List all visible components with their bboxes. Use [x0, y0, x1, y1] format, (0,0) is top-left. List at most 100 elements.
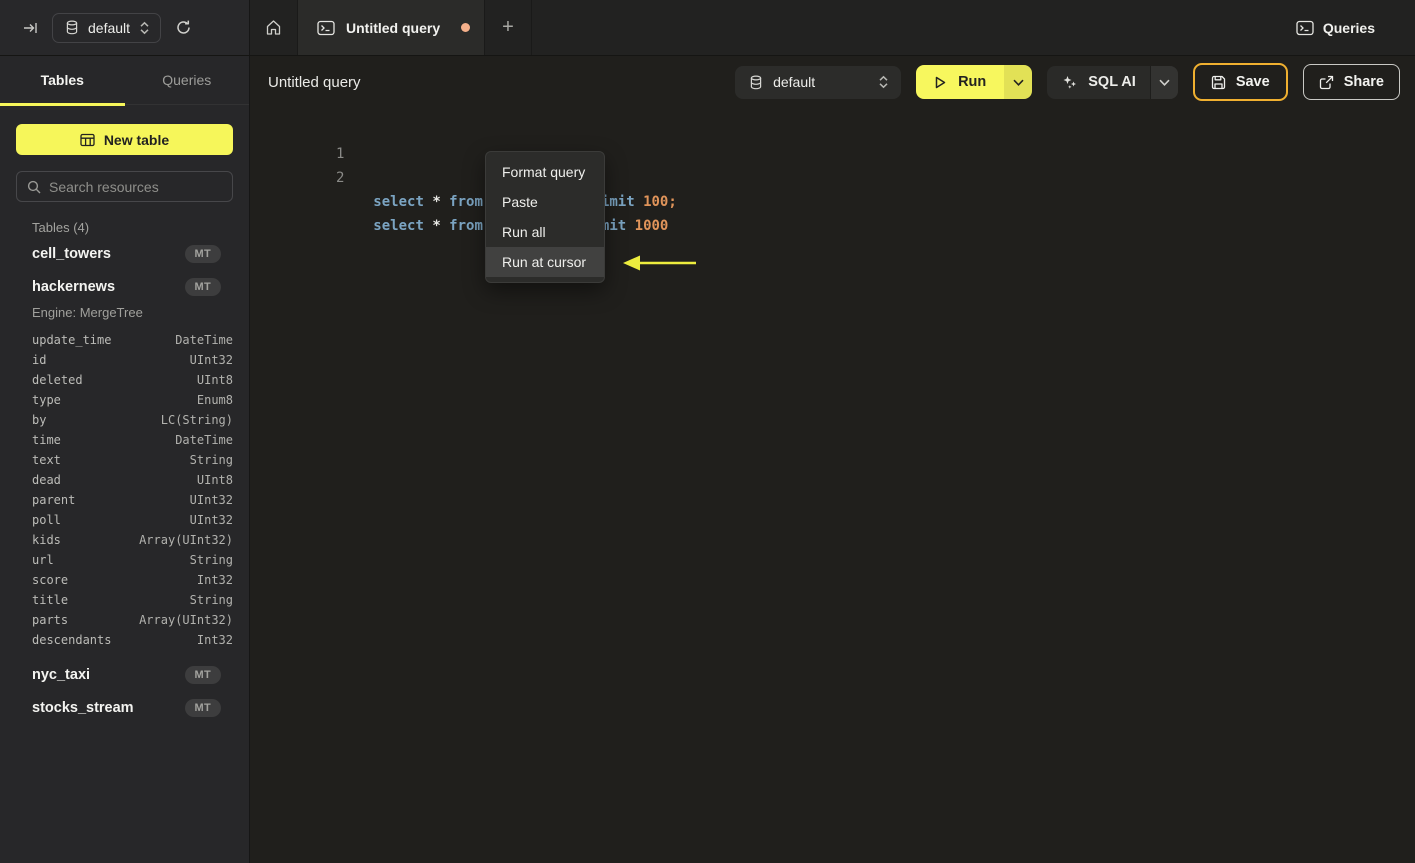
- table-row-cell-towers[interactable]: cell_towers MT: [0, 242, 250, 266]
- sql-operator: *: [432, 218, 450, 234]
- column-row: time DateTime: [32, 430, 233, 450]
- database-icon: [65, 20, 79, 35]
- column-type: DateTime: [175, 433, 233, 447]
- column-name: deleted: [32, 373, 83, 387]
- column-row: update_time DateTime: [32, 330, 233, 350]
- column-type: UInt32: [189, 513, 233, 527]
- collapse-sidebar-button[interactable]: [22, 20, 38, 36]
- run-button[interactable]: Run: [916, 65, 1005, 99]
- table-row-stocks-stream[interactable]: stocks_stream MT: [0, 696, 250, 720]
- chevron-down-icon: [1159, 79, 1170, 86]
- column-row: deleted UInt8: [32, 370, 233, 390]
- run-options-button[interactable]: [1004, 65, 1033, 99]
- context-menu-item-run-at-cursor[interactable]: Run at cursor: [486, 247, 604, 277]
- column-type: Array(UInt32): [139, 613, 233, 627]
- column-type: UInt8: [196, 473, 233, 487]
- updown-chevron-icon: [139, 21, 150, 35]
- tab-label: Untitled query: [346, 19, 441, 36]
- annotation-arrow: [620, 250, 700, 276]
- column-name: parent: [32, 493, 76, 507]
- column-name: update_time: [32, 333, 112, 347]
- tab-strip: Untitled query +: [250, 0, 1296, 55]
- column-type: DateTime: [175, 333, 233, 347]
- code-line-2: 2 select * from hackernews limit 1000: [251, 142, 668, 234]
- column-name: by: [32, 413, 47, 427]
- new-table-button[interactable]: New table: [16, 124, 233, 155]
- column-type: Enum8: [196, 393, 233, 407]
- column-name: poll: [32, 513, 61, 527]
- sql-ai-options-button[interactable]: [1149, 65, 1178, 99]
- query-database-value: default: [773, 74, 816, 90]
- home-icon: [265, 19, 282, 36]
- main-area: Untitled query default Run SQL AI Save S…: [251, 56, 1415, 863]
- save-button-label: Save: [1235, 74, 1270, 90]
- table-row-nyc-taxi[interactable]: nyc_taxi MT: [0, 663, 250, 687]
- queries-button[interactable]: Queries: [1296, 20, 1375, 36]
- tables-section-label: Tables (4): [32, 220, 90, 235]
- column-row: parent UInt32: [32, 490, 233, 510]
- refresh-icon: [175, 19, 192, 36]
- updown-chevron-icon: [878, 75, 889, 89]
- sql-ai-button[interactable]: SQL AI: [1047, 66, 1150, 99]
- column-row: text String: [32, 450, 233, 470]
- refresh-button[interactable]: [175, 19, 192, 36]
- engine-badge: MT: [184, 666, 221, 684]
- terminal-icon: [317, 20, 335, 36]
- terminal-icon: [1296, 20, 1314, 36]
- column-row: dead UInt8: [32, 470, 233, 490]
- column-type: Int32: [196, 633, 233, 647]
- column-row: type Enum8: [32, 390, 233, 410]
- column-row: poll UInt32: [32, 510, 233, 530]
- chevron-down-icon: [1013, 79, 1024, 86]
- table-row-hackernews[interactable]: hackernews MT: [0, 275, 250, 299]
- search-box: [16, 171, 233, 202]
- column-name: type: [32, 393, 61, 407]
- unsaved-dot-icon: [461, 23, 470, 32]
- query-toolbar: default Run SQL AI Save Share: [735, 63, 1400, 101]
- sidebar-tab-tables[interactable]: Tables: [0, 56, 125, 106]
- topbar-database-value: default: [88, 19, 131, 36]
- topbar-database-selector[interactable]: default: [52, 12, 162, 43]
- sidebar-tab-queries[interactable]: Queries: [125, 56, 250, 104]
- query-database-selector[interactable]: default: [735, 65, 902, 99]
- search-input[interactable]: [49, 178, 230, 195]
- engine-info: Engine: MergeTree: [32, 305, 143, 320]
- column-row: descendants Int32: [32, 630, 233, 650]
- app-window: default Untitled query + Queries Tables …: [0, 0, 1415, 863]
- tab-untitled-query[interactable]: Untitled query: [298, 0, 485, 55]
- column-row: score Int32: [32, 570, 233, 590]
- line-number: 2: [336, 170, 345, 186]
- share-icon: [1319, 75, 1334, 90]
- sql-keyword: select: [373, 218, 433, 234]
- column-type: String: [189, 593, 233, 607]
- context-menu-item-format-query[interactable]: Format query: [486, 157, 604, 187]
- table-name: cell_towers: [32, 246, 111, 262]
- sidebar-tabs: Tables Queries: [0, 56, 250, 106]
- table-name: stocks_stream: [32, 700, 134, 716]
- column-name: time: [32, 433, 61, 447]
- context-menu-item-run-all[interactable]: Run all: [486, 217, 604, 247]
- column-type: UInt32: [189, 353, 233, 367]
- query-header: Untitled query default Run SQL AI Save S…: [251, 56, 1415, 108]
- column-type: String: [189, 453, 233, 467]
- share-button[interactable]: Share: [1302, 64, 1400, 100]
- top-bar: default Untitled query + Queries: [0, 0, 1415, 56]
- sidebar: Tables Queries New table Tables (4) cell…: [0, 56, 250, 863]
- new-table-label: New table: [103, 131, 170, 148]
- column-row: kids Array(UInt32): [32, 530, 233, 550]
- collapse-sidebar-icon: [22, 20, 38, 36]
- table-name: nyc_taxi: [32, 667, 91, 683]
- context-menu-item-paste[interactable]: Paste: [486, 187, 604, 217]
- home-button[interactable]: [250, 0, 298, 55]
- column-name: dead: [32, 473, 61, 487]
- play-icon: [933, 75, 947, 90]
- column-row: by LC(String): [32, 410, 233, 430]
- save-button[interactable]: Save: [1192, 63, 1288, 101]
- engine-badge: MT: [184, 245, 221, 263]
- search-icon: [27, 180, 41, 194]
- sql-editor[interactable]: 1 select * from cell_towers limit 100; 2…: [251, 112, 1415, 863]
- column-type: UInt8: [196, 373, 233, 387]
- query-title: Untitled query: [268, 73, 361, 91]
- engine-badge: MT: [184, 278, 221, 296]
- new-tab-button[interactable]: +: [485, 0, 532, 55]
